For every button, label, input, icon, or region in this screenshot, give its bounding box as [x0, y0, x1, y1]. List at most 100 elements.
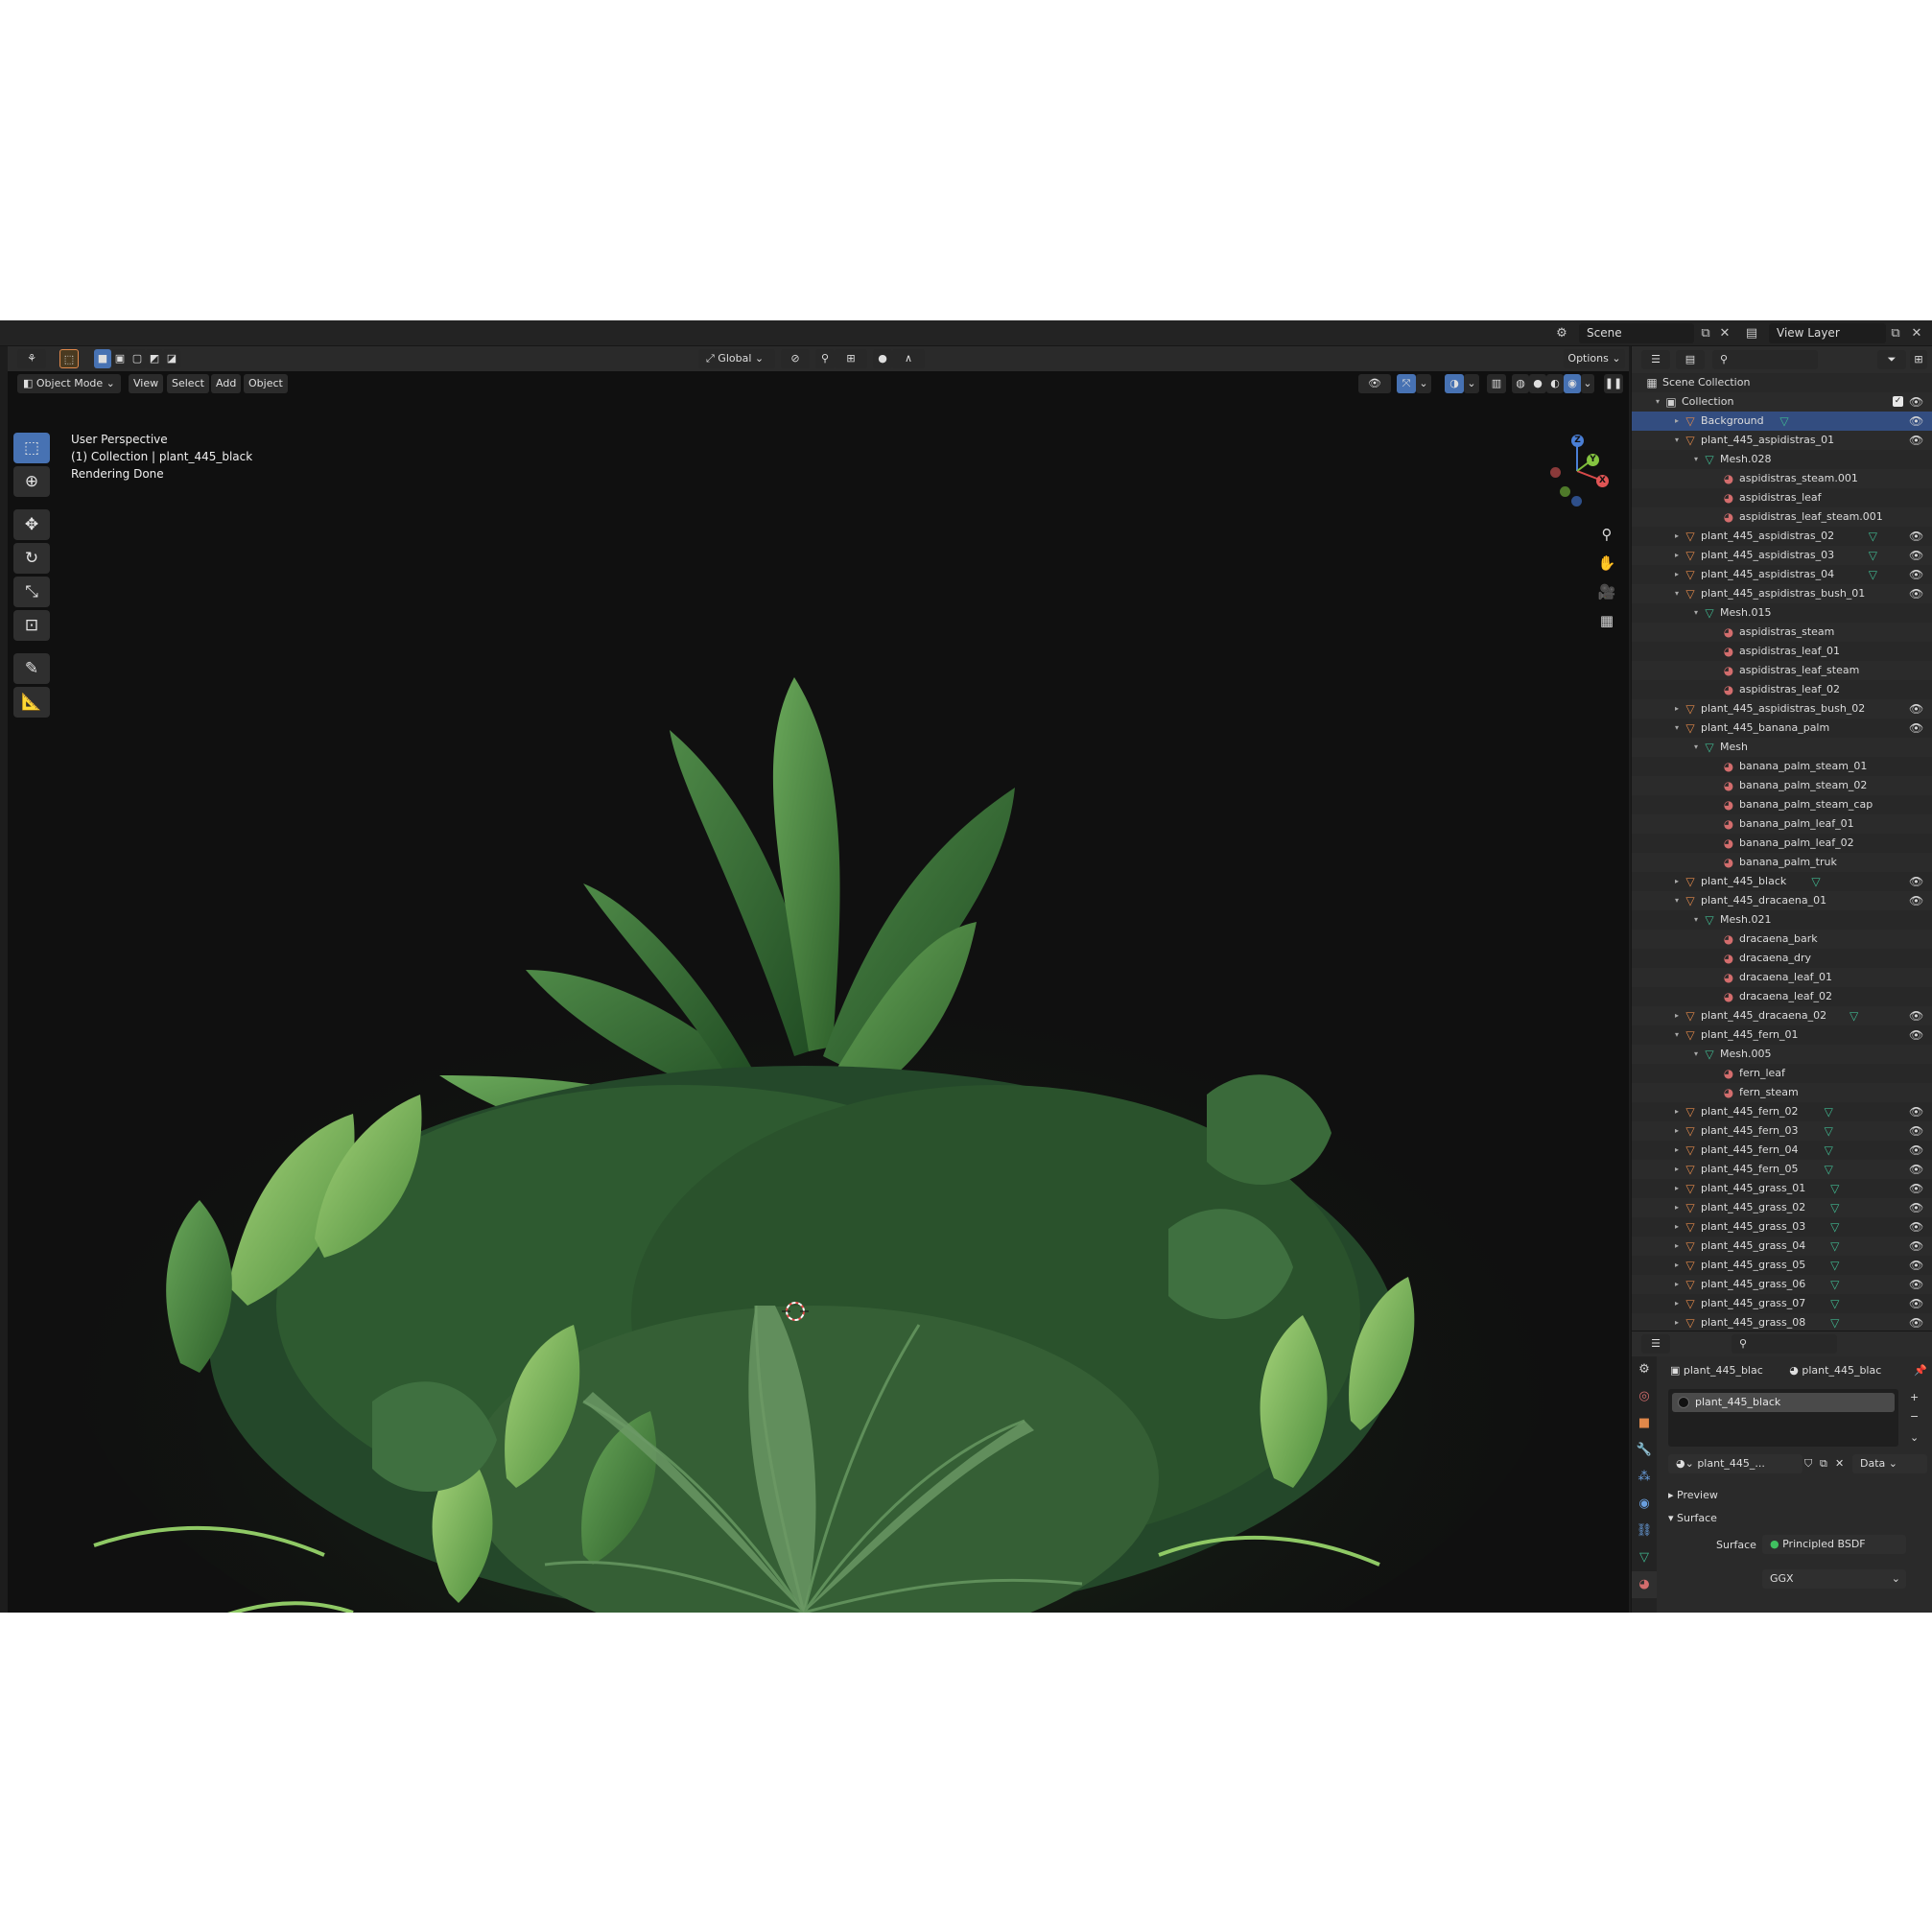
- outliner-row[interactable]: ◕ aspidistras_steam: [1632, 623, 1932, 642]
- gizmo-x-axis[interactable]: X: [1596, 475, 1609, 487]
- outliner-row[interactable]: ▾ ▽ plant_445_banana_palm 👁: [1632, 719, 1932, 738]
- shading-solid-icon[interactable]: ●: [1529, 374, 1546, 393]
- visibility-eye-icon[interactable]: 👁: [1909, 565, 1923, 584]
- chevron-right-icon[interactable]: ▸: [1672, 412, 1682, 431]
- scene-name-field[interactable]: Scene: [1579, 323, 1694, 343]
- visibility-eye-icon[interactable]: 👁: [1909, 1313, 1923, 1332]
- chevron-down-icon[interactable]: ▾: [1672, 1025, 1682, 1045]
- annotate-icon[interactable]: ✎: [13, 653, 50, 684]
- mesh-data-icon[interactable]: ▽: [1778, 414, 1791, 428]
- visibility-eye-icon[interactable]: 👁: [1909, 891, 1923, 910]
- measure-icon[interactable]: 📐: [13, 687, 50, 718]
- outliner-row[interactable]: ▾ ▽ plant_445_fern_01 👁: [1632, 1025, 1932, 1045]
- outliner-row[interactable]: ▾ ▽ Mesh.015: [1632, 603, 1932, 623]
- filter-icon[interactable]: ⏷: [1877, 350, 1906, 369]
- chevron-right-icon[interactable]: ▸: [1672, 1179, 1682, 1198]
- particles-tab-icon[interactable]: ⁂: [1632, 1464, 1657, 1491]
- chevron-right-icon[interactable]: ▸: [1672, 1217, 1682, 1237]
- outliner-row[interactable]: ▸ ▽ plant_445_grass_03 ▽ 👁: [1632, 1217, 1932, 1237]
- chevron-down-icon[interactable]: ▾: [1691, 603, 1701, 623]
- outliner-row[interactable]: ▾ ▽ Mesh.021: [1632, 910, 1932, 930]
- outliner-row[interactable]: ▸ ▽ plant_445_fern_03 ▽ 👁: [1632, 1121, 1932, 1141]
- gizmo-neg-y[interactable]: [1560, 486, 1570, 497]
- outliner-row[interactable]: ▸ ▽ plant_445_grass_04 ▽ 👁: [1632, 1237, 1932, 1256]
- outliner-row[interactable]: ▾ ▽ plant_445_aspidistras_01 👁: [1632, 431, 1932, 450]
- gizmo-y-axis[interactable]: Y: [1587, 454, 1599, 466]
- visibility-eye-icon[interactable]: 👁: [1909, 719, 1923, 738]
- outliner-row[interactable]: ▸ ▽ plant_445_black ▽ 👁: [1632, 872, 1932, 891]
- outliner-search-input[interactable]: ⚲: [1712, 350, 1818, 369]
- visibility-eye-icon[interactable]: 👁: [1909, 1217, 1923, 1237]
- new-scene-icon[interactable]: ⧉: [1696, 324, 1715, 342]
- modifier-tab-icon[interactable]: 🔧: [1632, 1437, 1657, 1464]
- chevron-right-icon[interactable]: ▸: [1672, 565, 1682, 584]
- transform-icon[interactable]: ⊡: [13, 610, 50, 641]
- chevron-right-icon[interactable]: ▸: [1672, 1294, 1682, 1313]
- chevron-down-icon[interactable]: ▾: [1672, 719, 1682, 738]
- visibility-eye-icon[interactable]: 👁: [1909, 392, 1923, 412]
- tool-tab-icon[interactable]: ⚙: [1632, 1356, 1657, 1383]
- outliner-row[interactable]: ▸ ▽ plant_445_fern_02 ▽ 👁: [1632, 1102, 1932, 1121]
- outliner-row[interactable]: ▸ ▽ plant_445_grass_07 ▽ 👁: [1632, 1294, 1932, 1313]
- new-view-layer-icon[interactable]: ⧉: [1886, 324, 1905, 342]
- mesh-data-icon[interactable]: ▽: [1866, 530, 1879, 543]
- visibility-eye-icon[interactable]: 👁: [1909, 1237, 1923, 1256]
- chevron-down-icon[interactable]: ▾: [1672, 891, 1682, 910]
- gizmo-neg-x[interactable]: [1550, 467, 1561, 478]
- outliner-row[interactable]: ▸ ▽ plant_445_grass_05 ▽ 👁: [1632, 1256, 1932, 1275]
- visibility-eye-icon[interactable]: 👁: [1909, 1294, 1923, 1313]
- gizmo-toggle-icon[interactable]: ⤧: [1397, 374, 1416, 393]
- options-dropdown[interactable]: Options ⌄: [1564, 349, 1625, 368]
- xray-toggle-icon[interactable]: ▥: [1487, 374, 1506, 393]
- world-tab-icon[interactable]: ◎: [1632, 1383, 1657, 1410]
- visibility-eye-icon[interactable]: 👁: [1909, 1141, 1923, 1160]
- outliner-row[interactable]: ◕ banana_palm_steam_02: [1632, 776, 1932, 795]
- mesh-data-icon[interactable]: ▽: [1822, 1163, 1835, 1176]
- outliner-row[interactable]: ◕ aspidistras_leaf_steam: [1632, 661, 1932, 680]
- chevron-right-icon[interactable]: ▸: [1672, 1237, 1682, 1256]
- chevron-right-icon[interactable]: ▸: [1672, 546, 1682, 565]
- constraints-tab-icon[interactable]: ⛓: [1632, 1518, 1657, 1544]
- properties-search-input[interactable]: ⚲: [1732, 1334, 1837, 1354]
- select-box-icon[interactable]: ⬚: [13, 433, 50, 463]
- outliner-row[interactable]: ▾ ▣ Collection ✓ 👁: [1632, 392, 1932, 412]
- mesh-data-icon[interactable]: ▽: [1828, 1316, 1842, 1330]
- outliner-row[interactable]: ◕ banana_palm_steam_01: [1632, 757, 1932, 776]
- visibility-eye-icon[interactable]: 👁: [1909, 1179, 1923, 1198]
- snap-toggle-icon[interactable]: ⚲: [815, 349, 835, 368]
- overlays-toggle-icon[interactable]: ◑: [1445, 374, 1464, 393]
- chevron-down-icon[interactable]: ▾: [1672, 584, 1682, 603]
- visibility-eye-icon[interactable]: 👁: [1909, 584, 1923, 603]
- chevron-right-icon[interactable]: ▸: [1672, 1006, 1682, 1025]
- chevron-down-icon[interactable]: ▾: [1691, 738, 1701, 757]
- outliner-row[interactable]: ▸ ▽ plant_445_grass_06 ▽ 👁: [1632, 1275, 1932, 1294]
- mesh-data-icon[interactable]: ▽: [1828, 1297, 1842, 1310]
- chevron-right-icon[interactable]: ▸: [1672, 1275, 1682, 1294]
- shading-material-icon[interactable]: ◐: [1546, 374, 1564, 393]
- menu-add[interactable]: Add: [211, 374, 242, 393]
- panel-preview[interactable]: ▸ Preview: [1668, 1489, 1718, 1501]
- chevron-right-icon[interactable]: ▸: [1672, 1121, 1682, 1141]
- chevron-down-icon[interactable]: ▾: [1691, 450, 1701, 469]
- remove-slot-icon[interactable]: −: [1910, 1410, 1919, 1423]
- proportional-edit-icon[interactable]: ●: [873, 349, 892, 368]
- new-collection-icon[interactable]: ⊞: [1910, 350, 1927, 369]
- outliner-row[interactable]: ▸ ▽ plant_445_grass_02 ▽ 👁: [1632, 1198, 1932, 1217]
- outliner-row[interactable]: ◕ banana_palm_truk: [1632, 853, 1932, 872]
- visibility-eye-icon[interactable]: 👁: [1909, 1102, 1923, 1121]
- chevron-down-icon[interactable]: ▾: [1691, 910, 1701, 930]
- panel-surface[interactable]: ▾ Surface: [1668, 1512, 1717, 1524]
- shading-rendered-icon[interactable]: ◉: [1564, 374, 1581, 393]
- mesh-data-icon[interactable]: ▽: [1866, 549, 1879, 562]
- outliner-row[interactable]: ▸ ▽ plant_445_aspidistras_bush_02 👁: [1632, 699, 1932, 719]
- pan-hand-icon[interactable]: ✋: [1595, 552, 1618, 575]
- outliner-row[interactable]: ▾ ▽ plant_445_dracaena_01 👁: [1632, 891, 1932, 910]
- outliner-row[interactable]: ◕ dracaena_bark: [1632, 930, 1932, 949]
- outliner-row[interactable]: ◕ aspidistras_steam.001: [1632, 469, 1932, 488]
- cursor-icon[interactable]: ⊕: [13, 466, 50, 497]
- outliner-row[interactable]: ▸ ▽ plant_445_grass_08 ▽ 👁: [1632, 1313, 1932, 1332]
- exclude-checkbox[interactable]: ✓: [1893, 396, 1903, 407]
- visibility-eye-icon[interactable]: 👁: [1909, 872, 1923, 891]
- outliner-row[interactable]: ◕ dracaena_dry: [1632, 949, 1932, 968]
- outliner-row[interactable]: ◕ banana_palm_leaf_01: [1632, 814, 1932, 834]
